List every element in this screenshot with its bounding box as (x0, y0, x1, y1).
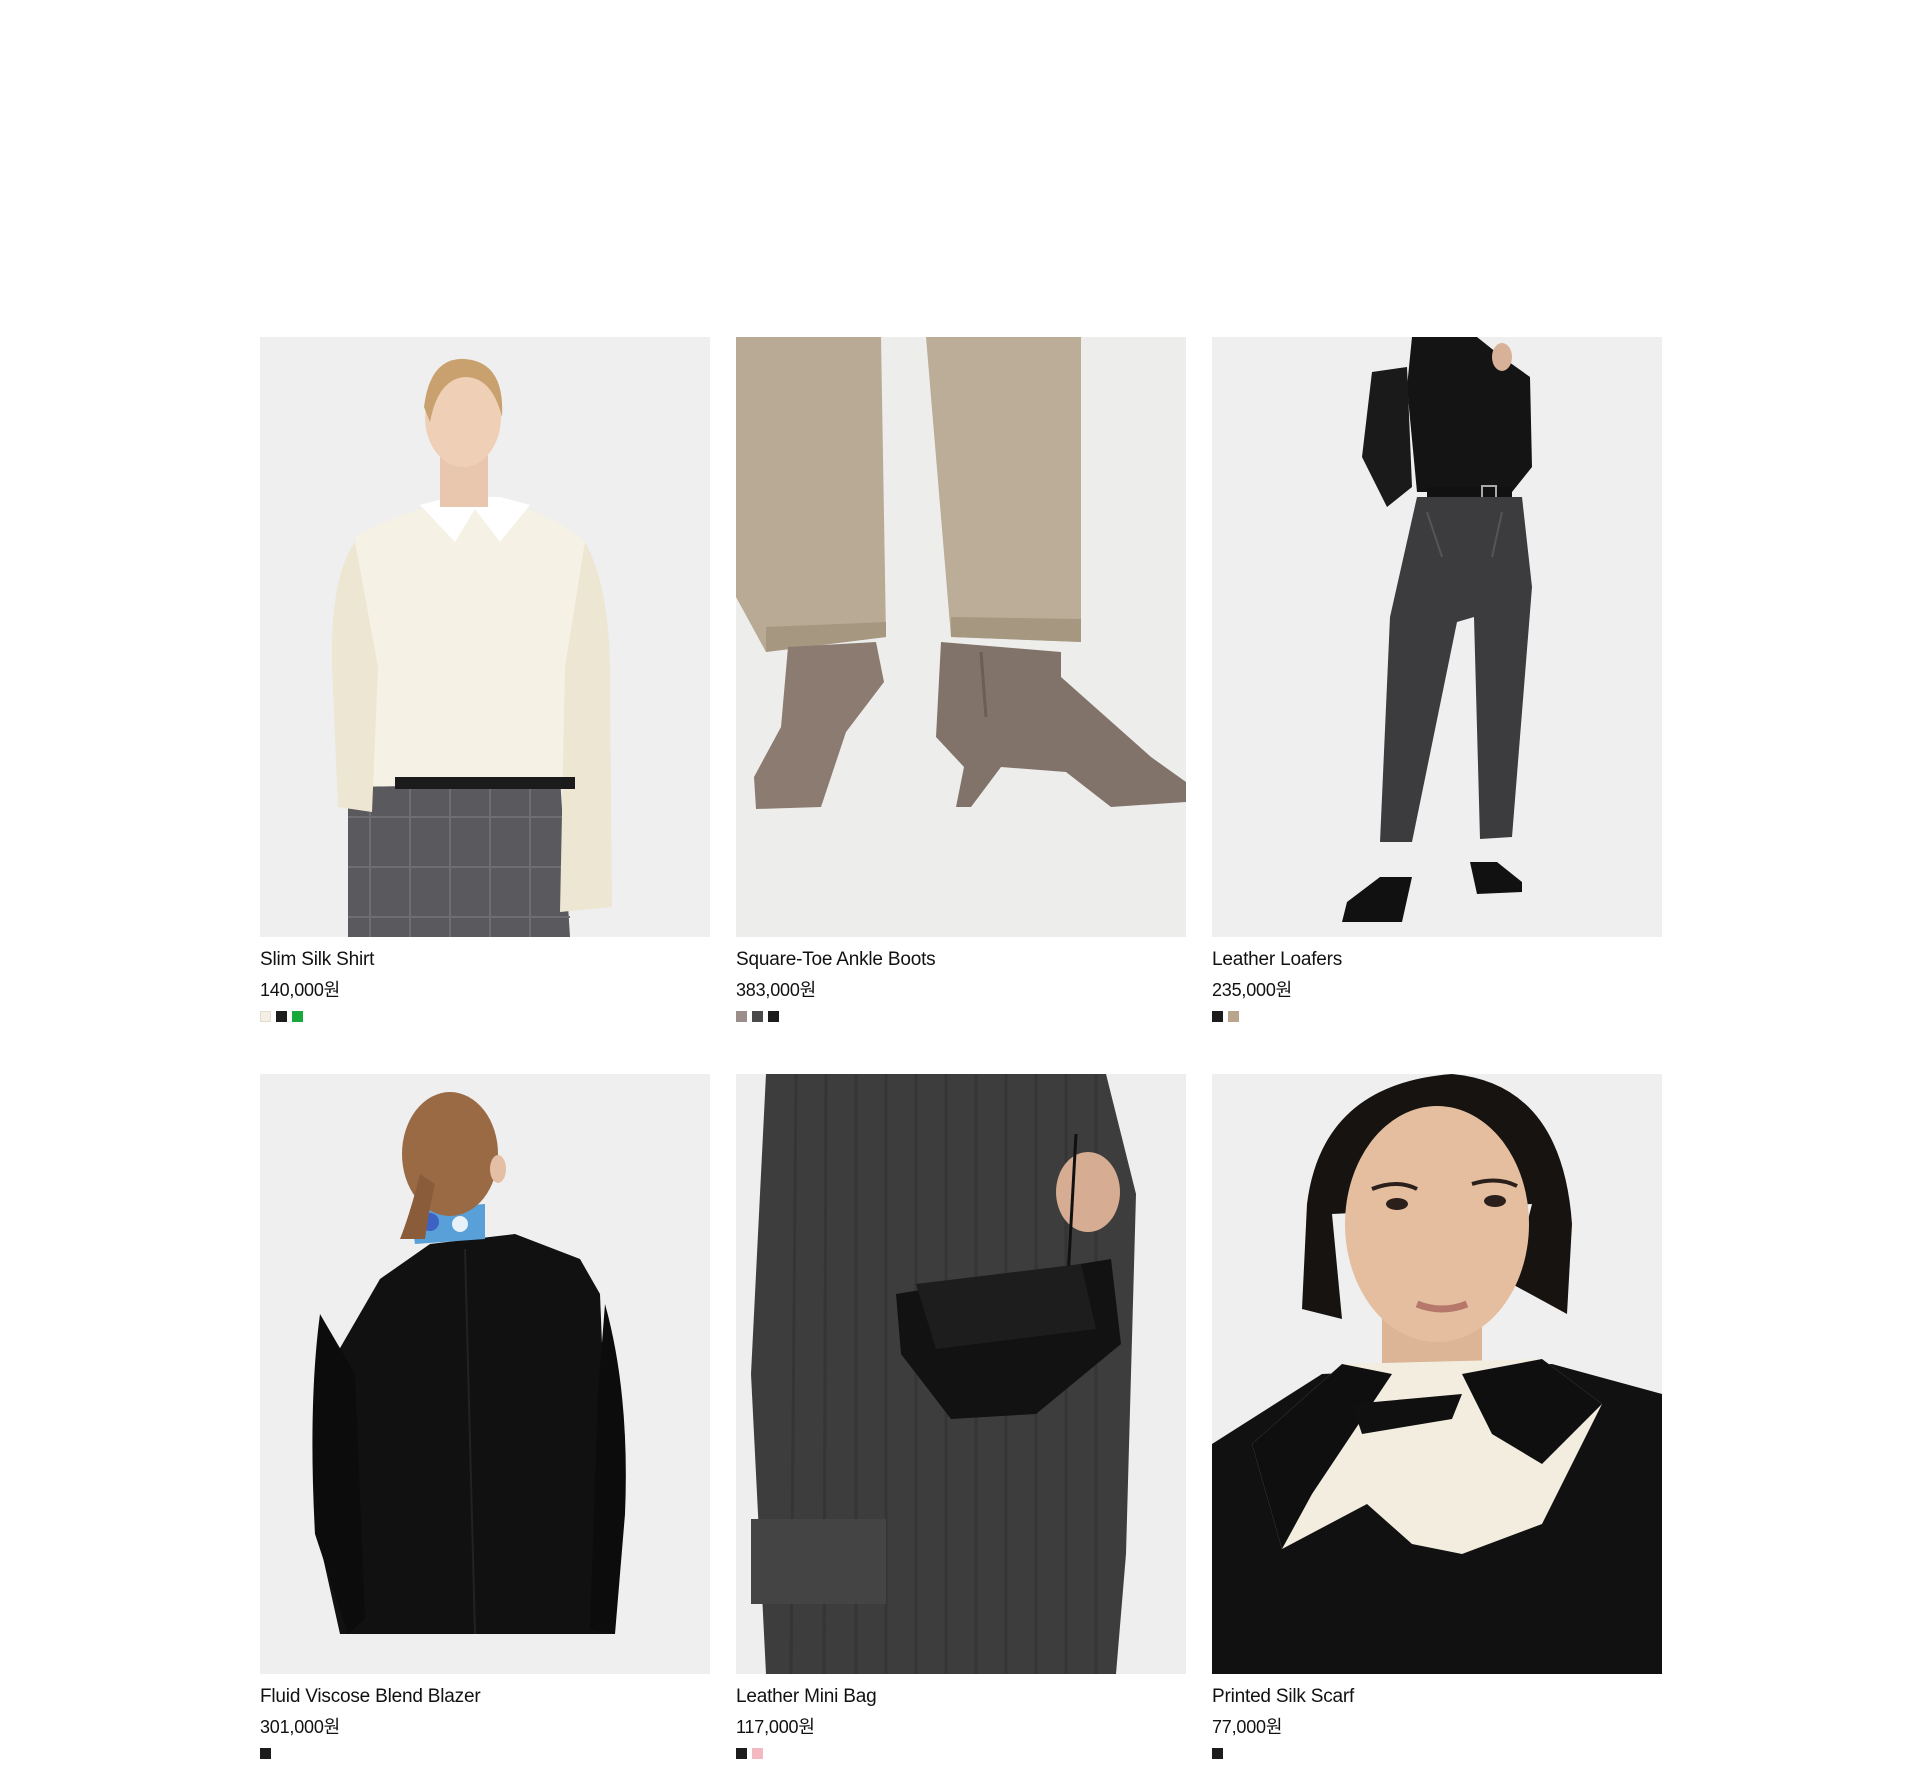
color-swatch[interactable] (1212, 1748, 1223, 1759)
color-swatch[interactable] (1228, 1011, 1239, 1022)
color-swatches (260, 1748, 710, 1759)
product-price: 235,000원 (1212, 980, 1293, 1000)
color-swatch[interactable] (292, 1011, 303, 1022)
color-swatch[interactable] (260, 1748, 271, 1759)
product-price: 140,000원 (260, 980, 341, 1000)
product-image[interactable] (736, 1074, 1186, 1674)
product-grid: Slim Silk Shirt 140,000원 Square-Toe Ankl… (260, 337, 1662, 1759)
product-card[interactable]: Slim Silk Shirt 140,000원 (260, 337, 710, 1022)
product-price: 301,000원 (260, 1717, 341, 1737)
color-swatches (736, 1011, 1186, 1022)
product-card[interactable]: Leather Loafers 235,000원 (1212, 337, 1662, 1022)
silk-scarf-photo (1212, 1074, 1662, 1674)
product-image[interactable] (260, 337, 710, 937)
silk-shirt-photo (260, 337, 710, 937)
color-swatch[interactable] (752, 1011, 763, 1022)
product-name[interactable]: Square-Toe Ankle Boots (736, 948, 1186, 972)
color-swatch[interactable] (768, 1011, 779, 1022)
product-price: 77,000원 (1212, 1717, 1283, 1737)
product-image[interactable] (736, 337, 1186, 937)
product-card[interactable]: Fluid Viscose Blend Blazer 301,000원 (260, 1074, 710, 1759)
product-name[interactable]: Slim Silk Shirt (260, 948, 710, 972)
product-image[interactable] (1212, 1074, 1662, 1674)
product-image[interactable] (1212, 337, 1662, 937)
product-name[interactable]: Leather Loafers (1212, 948, 1662, 972)
color-swatch[interactable] (736, 1011, 747, 1022)
product-name[interactable]: Fluid Viscose Blend Blazer (260, 1685, 710, 1709)
product-name[interactable]: Printed Silk Scarf (1212, 1685, 1662, 1709)
color-swatch[interactable] (752, 1748, 763, 1759)
product-image[interactable] (260, 1074, 710, 1674)
color-swatch[interactable] (736, 1748, 747, 1759)
color-swatches (736, 1748, 1186, 1759)
product-name[interactable]: Leather Mini Bag (736, 1685, 1186, 1709)
product-card[interactable]: Square-Toe Ankle Boots 383,000원 (736, 337, 1186, 1022)
leather-loafers-photo (1212, 337, 1662, 937)
blazer-photo (260, 1074, 710, 1674)
product-card[interactable]: Printed Silk Scarf 77,000원 (1212, 1074, 1662, 1759)
product-price: 117,000원 (736, 1717, 815, 1737)
product-card[interactable]: Leather Mini Bag 117,000원 (736, 1074, 1186, 1759)
mini-bag-photo (736, 1074, 1186, 1674)
ankle-boots-photo (736, 337, 1186, 937)
color-swatch[interactable] (1212, 1011, 1223, 1022)
color-swatch[interactable] (276, 1011, 287, 1022)
product-price: 383,000원 (736, 980, 817, 1000)
color-swatches (260, 1011, 710, 1022)
color-swatches (1212, 1748, 1662, 1759)
color-swatches (1212, 1011, 1662, 1022)
color-swatch[interactable] (260, 1011, 271, 1022)
